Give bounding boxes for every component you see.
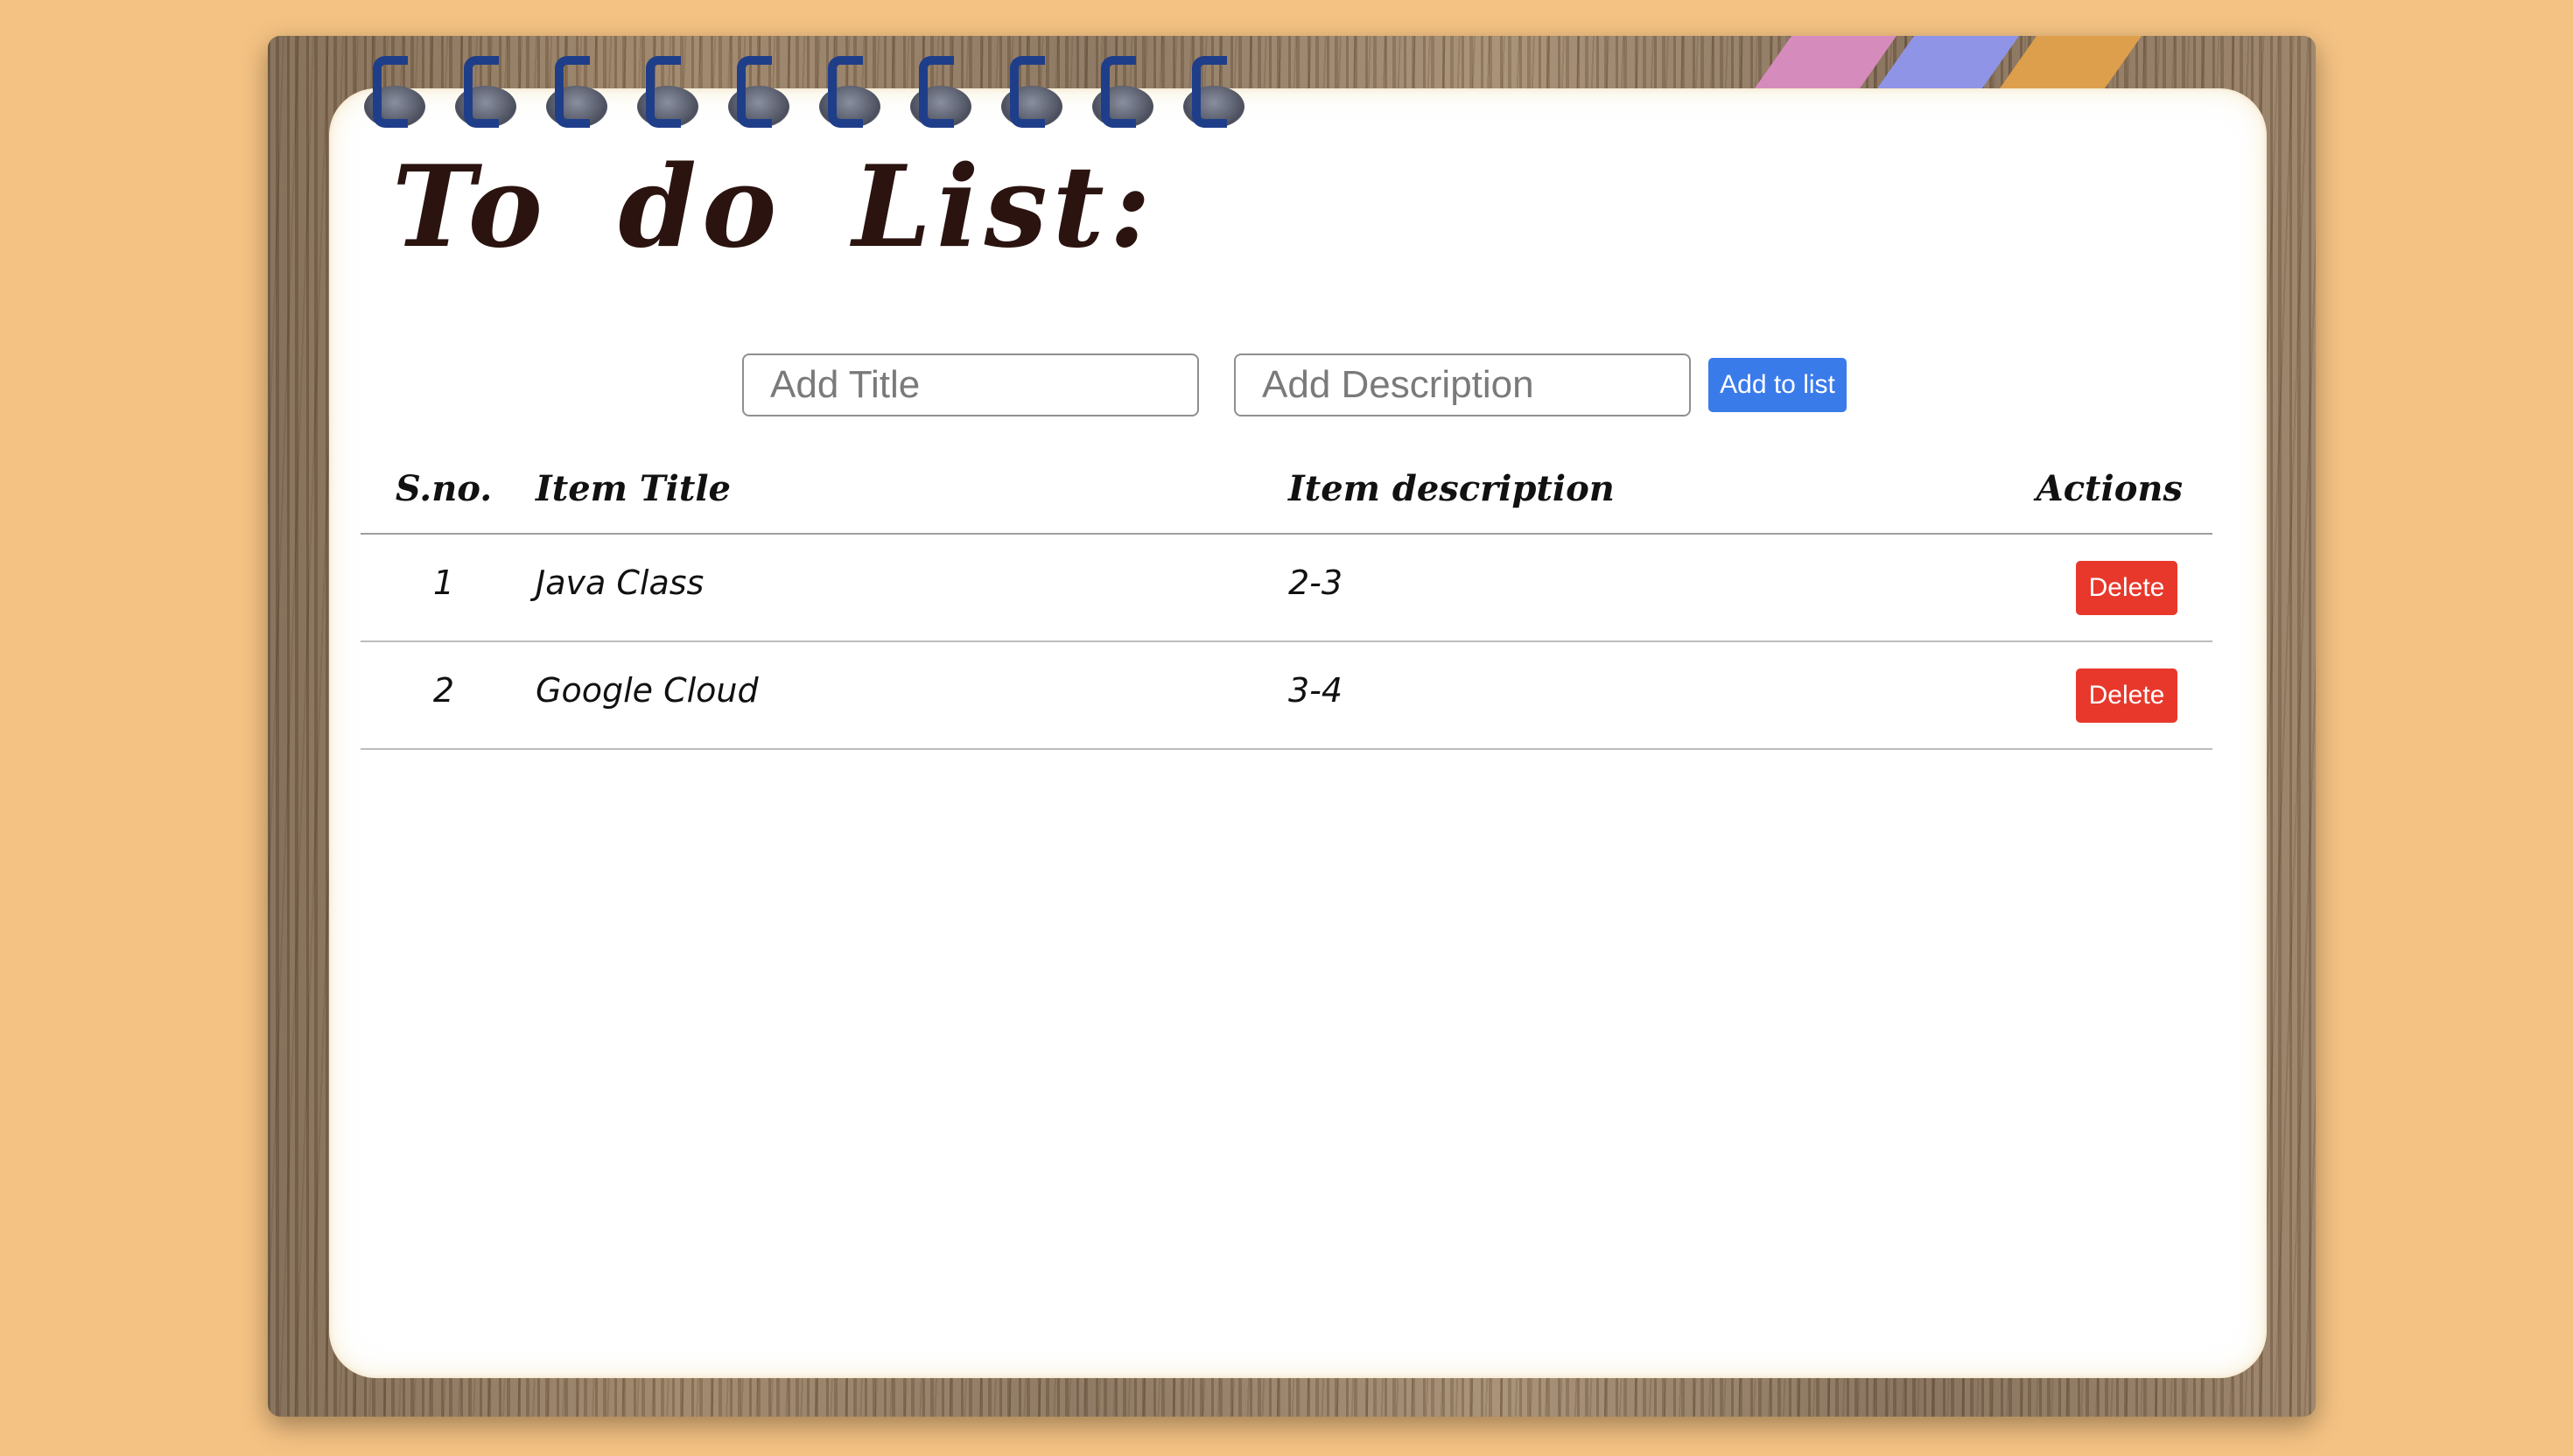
spiral-ring-icon [634, 52, 698, 131]
column-header-sno: S.no. [361, 444, 536, 535]
spiral-ring-icon [1180, 52, 1244, 131]
row-title: Google Cloud [536, 641, 1288, 750]
table-header-row: S.no. Item Title Item description Action… [361, 444, 2212, 535]
spiral-ring-icon [907, 52, 971, 131]
row-sno: 1 [361, 534, 536, 642]
title-input[interactable] [742, 354, 1199, 416]
delete-button[interactable]: Delete [2076, 560, 2177, 615]
page-title: To do List: [392, 142, 1156, 273]
spiral-ring-icon [725, 52, 789, 131]
todo-table: S.no. Item Title Item description Action… [361, 444, 2212, 750]
column-header-title: Item Title [536, 444, 1288, 535]
row-description: 2-3 [1288, 534, 1988, 642]
column-header-description: Item description [1288, 444, 1988, 535]
description-input[interactable] [1234, 354, 1691, 416]
column-header-actions: Actions [1988, 444, 2212, 535]
spiral-ring-icon [361, 52, 425, 131]
add-item-form: Add to list [742, 354, 1847, 416]
delete-button[interactable]: Delete [2076, 668, 2177, 723]
spiral-ring-icon [816, 52, 880, 131]
table-row: 2 Google Cloud 3-4 Delete [361, 641, 2212, 750]
spiral-ring-icon [1089, 52, 1153, 131]
row-actions: Delete [1988, 534, 2212, 642]
spiral-ring-icon [998, 52, 1062, 131]
spiral-ring-icon [543, 52, 607, 131]
table-row: 1 Java Class 2-3 Delete [361, 534, 2212, 642]
binder-rings [361, 52, 1288, 140]
spiral-ring-icon [452, 52, 516, 131]
add-to-list-button[interactable]: Add to list [1708, 358, 1847, 412]
row-sno: 2 [361, 641, 536, 750]
row-description: 3-4 [1288, 641, 1988, 750]
row-actions: Delete [1988, 641, 2212, 750]
row-title: Java Class [536, 534, 1288, 642]
